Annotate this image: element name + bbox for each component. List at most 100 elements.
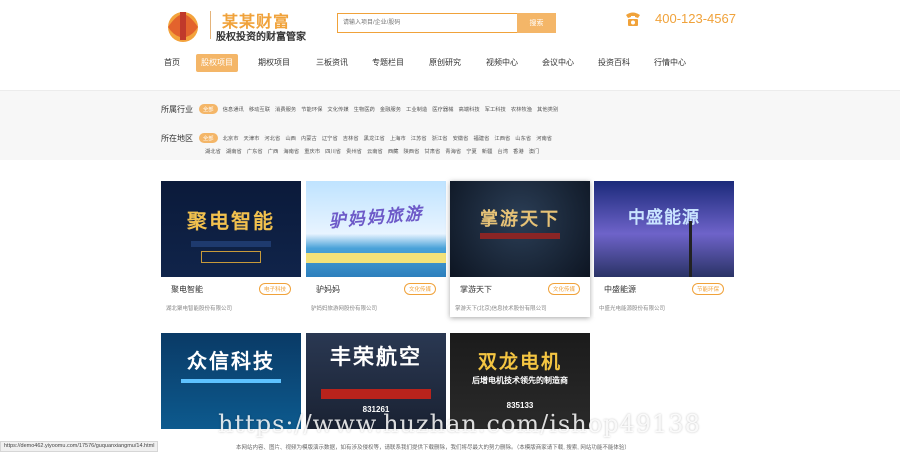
region-option[interactable]: 重庆市 — [304, 147, 320, 155]
phone-icon — [626, 12, 640, 26]
project-company: 湖北聚电智能股份有限公司 — [166, 306, 233, 312]
status-bar-url: https://demo462.yiyoomu.com/17576/guquan… — [0, 441, 159, 452]
project-card[interactable]: 聚电智能 聚电智能 电子科技 湖北聚电智能股份有限公司 — [161, 181, 301, 317]
industry-option[interactable]: 其他类别 — [537, 105, 558, 113]
region-option[interactable]: 河南省 — [536, 134, 552, 142]
region-option[interactable]: 辽宁省 — [322, 134, 338, 142]
region-option[interactable]: 湖北省 — [205, 147, 221, 155]
region-filter-row-2: 湖北省 湖南省 广东省 广西 海南省 重庆市 四川省 贵州省 云南省 西藏 陕西… — [205, 145, 544, 157]
nav-item-investment-wiki[interactable]: 投资百科 — [593, 54, 635, 72]
industry-option[interactable]: 金融服务 — [380, 105, 401, 113]
nav-item-home[interactable]: 首页 — [159, 54, 185, 72]
region-option[interactable]: 西藏 — [388, 147, 399, 155]
nav-item-video-center[interactable]: 视频中心 — [481, 54, 523, 72]
region-option[interactable]: 福建省 — [473, 134, 489, 142]
region-option[interactable]: 北京市 — [223, 134, 239, 142]
nav-item-options-projects[interactable]: 期权项目 — [253, 54, 295, 72]
project-thumbnail[interactable]: 中盛能源 — [594, 181, 734, 277]
region-option[interactable]: 全部 — [199, 133, 218, 143]
region-option[interactable]: 香港 — [513, 147, 524, 155]
region-option[interactable]: 青海省 — [445, 147, 461, 155]
search-bar: 搜索 — [337, 13, 556, 33]
nav-item-neeq-news[interactable]: 三板资讯 — [311, 54, 353, 72]
project-title[interactable]: 掌游天下 — [460, 284, 492, 295]
nav-item-market-center[interactable]: 行情中心 — [649, 54, 691, 72]
region-option[interactable]: 新疆 — [482, 147, 493, 155]
region-option[interactable]: 吉林省 — [343, 134, 359, 142]
region-option[interactable]: 黑龙江省 — [364, 134, 385, 142]
thumbnail-decoration — [191, 241, 271, 247]
nav-item-special-columns[interactable]: 专题栏目 — [367, 54, 409, 72]
industry-option[interactable]: 高端科技 — [458, 105, 479, 113]
nav-item-equity-projects[interactable]: 股权项目 — [196, 54, 238, 72]
thumbnail-decoration — [689, 221, 692, 277]
industry-option[interactable]: 工业制造 — [406, 105, 427, 113]
search-button[interactable]: 搜索 — [517, 13, 556, 33]
industry-option[interactable]: 消费服务 — [275, 105, 296, 113]
region-option[interactable]: 广西 — [268, 147, 279, 155]
project-company: 掌游天下(北京)信息技术股份有限公司 — [455, 306, 547, 312]
page: { "header": { "brand_name": "某某财富", "slo… — [0, 0, 900, 452]
logo-icon[interactable] — [163, 9, 203, 42]
project-card[interactable]: 掌游天下 掌游天下 文化传媒 掌游天下(北京)信息技术股份有限公司 — [450, 181, 590, 317]
project-industry-tag[interactable]: 文化传媒 — [403, 283, 436, 295]
region-option[interactable]: 甘肃省 — [424, 147, 440, 155]
thumbnail-stock-code: 835133 — [506, 401, 534, 410]
project-industry-tag[interactable]: 电子科技 — [258, 283, 291, 295]
project-industry-tag[interactable]: 文化传媒 — [547, 283, 580, 295]
thumbnail-decoration — [201, 251, 261, 263]
region-filter-row: 所在地区 全部 北京市 天津市 河北省 山西 内蒙古 辽宁省 吉林省 黑龙江省 … — [161, 132, 557, 144]
thumbnail-banner-text: 中盛能源 — [628, 208, 700, 227]
region-option[interactable]: 贵州省 — [346, 147, 362, 155]
industry-option[interactable]: 农林牧渔 — [511, 105, 532, 113]
thumbnail-banner-text: 众信科技 — [187, 351, 275, 373]
region-option[interactable]: 内蒙古 — [301, 134, 317, 142]
industry-option[interactable]: 医疗器械 — [432, 105, 453, 113]
region-option[interactable]: 云南省 — [367, 147, 383, 155]
region-option[interactable]: 上海市 — [390, 134, 406, 142]
thumbnail-decoration — [306, 253, 446, 263]
region-option[interactable]: 浙江省 — [432, 134, 448, 142]
region-option[interactable]: 宁夏 — [466, 147, 477, 155]
region-option[interactable]: 江西省 — [494, 134, 510, 142]
project-title[interactable]: 聚电智能 — [171, 284, 203, 295]
project-title[interactable]: 中盛能源 — [604, 284, 636, 295]
thumbnail-decoration — [321, 389, 431, 399]
thumbnail-banner-text: 掌游天下 — [480, 209, 560, 229]
region-option[interactable]: 山西 — [285, 134, 296, 142]
project-industry-tag[interactable]: 节能环保 — [691, 283, 724, 295]
industry-option[interactable]: 文化传媒 — [327, 105, 348, 113]
region-option[interactable]: 四川省 — [325, 147, 341, 155]
industry-option[interactable]: 军工科技 — [485, 105, 506, 113]
project-thumbnail[interactable]: 掌游天下 — [450, 181, 590, 277]
industry-option[interactable]: 生物医药 — [354, 105, 375, 113]
project-card[interactable]: 驴妈妈旅游 驴妈妈 文化传媒 驴妈妈旅游网股份有限公司 — [306, 181, 446, 317]
industry-option[interactable]: 全部 — [199, 104, 218, 114]
industry-option[interactable]: 信息通讯 — [223, 105, 244, 113]
region-option[interactable]: 澳门 — [529, 147, 540, 155]
region-option[interactable]: 广东省 — [247, 147, 263, 155]
region-option[interactable]: 山东省 — [515, 134, 531, 142]
region-option[interactable]: 天津市 — [244, 134, 260, 142]
project-thumbnail[interactable]: 聚电智能 — [161, 181, 301, 277]
project-card[interactable]: 中盛能源 中盛能源 节能环保 中盛光电能源股份有限公司 — [594, 181, 734, 317]
region-option[interactable]: 河北省 — [264, 134, 280, 142]
footer-disclaimer: 本网站内容、图片、视频为模版演示数据，如有涉及侵权等，请联系我们提供下载删除，我… — [236, 445, 630, 451]
nav-item-original-research[interactable]: 原创研究 — [424, 54, 466, 72]
brand-slogan: 股权投资的财富管家 — [216, 32, 306, 43]
thumbnail-decoration — [181, 379, 281, 383]
region-option[interactable]: 江苏省 — [411, 134, 427, 142]
project-title[interactable]: 驴妈妈 — [316, 284, 340, 295]
region-option[interactable]: 湖南省 — [226, 147, 242, 155]
region-option[interactable]: 台湾 — [497, 147, 508, 155]
thumbnail-banner-text: 驴妈妈旅游 — [328, 203, 425, 232]
thumbnail-banner-text: 双龙电机 — [477, 352, 562, 373]
region-option[interactable]: 安徽省 — [453, 134, 469, 142]
industry-option[interactable]: 移动互联 — [249, 105, 270, 113]
search-input[interactable] — [337, 13, 517, 33]
industry-option[interactable]: 节能环保 — [301, 105, 322, 113]
nav-item-meeting-center[interactable]: 会议中心 — [537, 54, 579, 72]
region-option[interactable]: 海南省 — [283, 147, 299, 155]
project-thumbnail[interactable]: 驴妈妈旅游 — [306, 181, 446, 277]
region-option[interactable]: 陕西省 — [403, 147, 419, 155]
